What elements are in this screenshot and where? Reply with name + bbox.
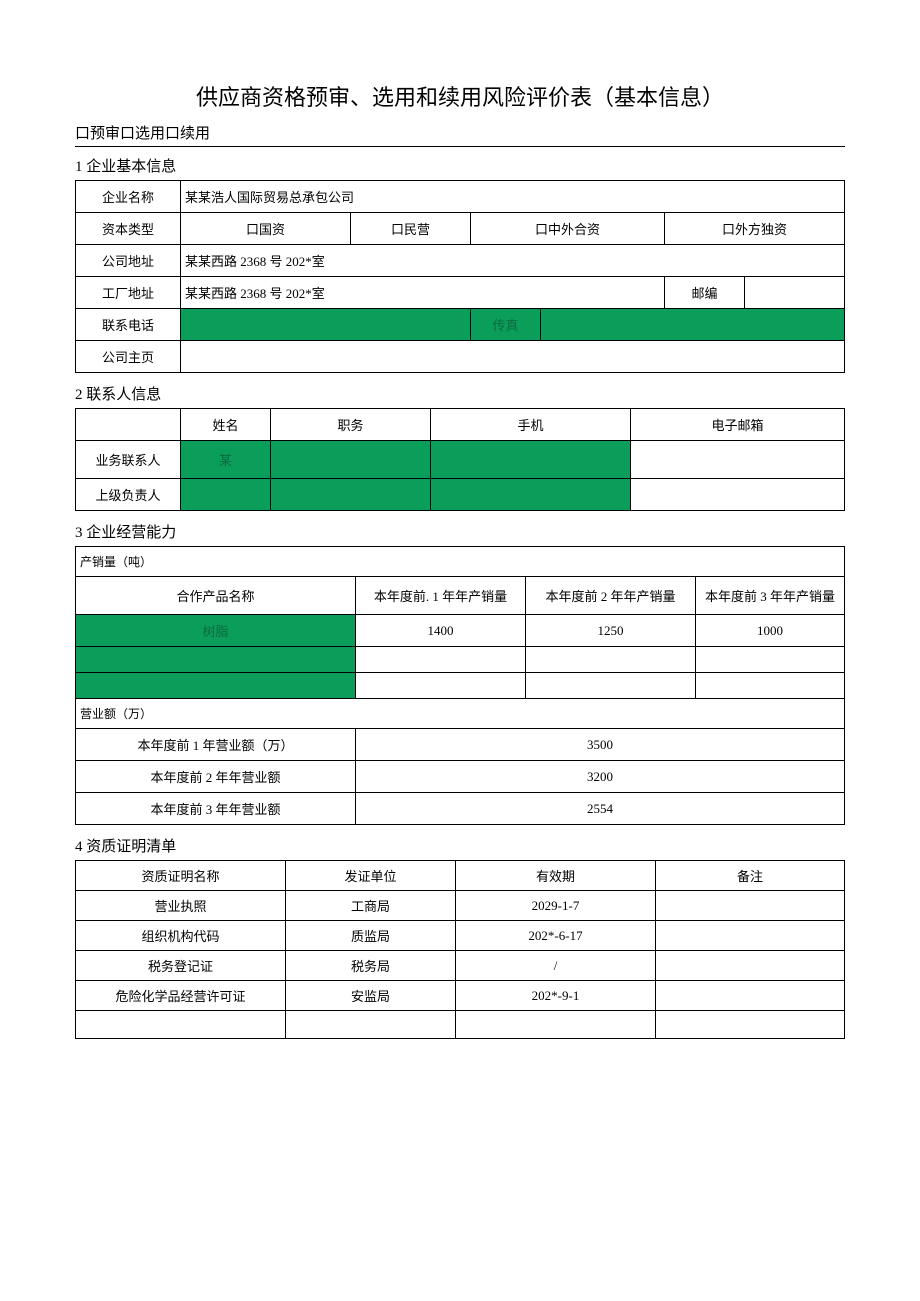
- rev-row-0-value: 3500: [356, 729, 845, 761]
- prod-row-0-y1: 1400: [356, 615, 526, 647]
- label-homepage: 公司主页: [76, 341, 181, 373]
- q-row-3-note: [656, 981, 845, 1011]
- q-row-3-name: 危险化学品经营许可证: [76, 981, 286, 1011]
- table-contacts: 姓名 职务 手机 电子邮箱 业务联系人 某 上级负责人: [75, 408, 845, 511]
- q-row-4-issuer: [286, 1011, 456, 1039]
- prod-row-2-y2: [526, 673, 696, 699]
- q-hdr-issuer: 发证单位: [286, 861, 456, 891]
- q-hdr-valid: 有效期: [456, 861, 656, 891]
- value-company-name: 某某浩人国际贸易总承包公司: [181, 181, 845, 213]
- label-company-addr: 公司地址: [76, 245, 181, 277]
- label-business-contact: 业务联系人: [76, 441, 181, 479]
- hdr-mobile: 手机: [431, 409, 631, 441]
- prod-row-0-y3: 1000: [696, 615, 845, 647]
- prod-row-2-y3: [696, 673, 845, 699]
- hdr-product: 合作产品名称: [76, 577, 356, 615]
- q-hdr-note: 备注: [656, 861, 845, 891]
- rev-row-2-label: 本年度前 3 年年营业额: [76, 793, 356, 825]
- captype-1: 口国资: [181, 213, 351, 245]
- hdr-email: 电子邮箱: [631, 409, 845, 441]
- hdr-position: 职务: [271, 409, 431, 441]
- q-row-2-note: [656, 951, 845, 981]
- captype-4: 口外方独资: [665, 213, 845, 245]
- rev-row-1-label: 本年度前 2 年年营业额: [76, 761, 356, 793]
- prod-row-1-y1: [356, 647, 526, 673]
- rev-row-2-value: 2554: [356, 793, 845, 825]
- sup-position: [271, 479, 431, 511]
- value-postcode: [745, 277, 845, 309]
- page-title: 供应商资格预审、选用和续用风险评价表（基本信息）: [75, 80, 845, 112]
- q-row-3-valid: 202*-9-1: [456, 981, 656, 1011]
- section1-head: 1 企业基本信息: [75, 155, 845, 176]
- value-factory-addr: 某某西路 2368 号 202*室: [181, 277, 665, 309]
- checkbox-row: 口预审口选用口续用: [75, 122, 845, 147]
- hdr-y1: 本年度前. 1 年年产销量: [356, 577, 526, 615]
- prod-row-1-y3: [696, 647, 845, 673]
- q-row-1-name: 组织机构代码: [76, 921, 286, 951]
- hdr-name: 姓名: [181, 409, 271, 441]
- prod-row-2-name: [76, 673, 356, 699]
- q-row-0-valid: 2029-1-7: [456, 891, 656, 921]
- q-row-1-note: [656, 921, 845, 951]
- section2-head: 2 联系人信息: [75, 383, 845, 404]
- hdr-y2: 本年度前 2 年年产销量: [526, 577, 696, 615]
- rev-row-0-label: 本年度前 1 年营业额（万）: [76, 729, 356, 761]
- q-row-0-issuer: 工商局: [286, 891, 456, 921]
- prod-row-0-y2: 1250: [526, 615, 696, 647]
- label-phone: 联系电话: [76, 309, 181, 341]
- rev-row-1-value: 3200: [356, 761, 845, 793]
- value-company-addr: 某某西路 2368 号 202*室: [181, 245, 845, 277]
- q-row-0-name: 营业执照: [76, 891, 286, 921]
- section3-head: 3 企业经营能力: [75, 521, 845, 542]
- sup-name: [181, 479, 271, 511]
- q-row-1-valid: 202*-6-17: [456, 921, 656, 951]
- value-homepage: [181, 341, 845, 373]
- q-row-4-note: [656, 1011, 845, 1039]
- label-fax: 传真: [471, 309, 541, 341]
- q-row-3-issuer: 安监局: [286, 981, 456, 1011]
- table-basic-info: 企业名称 某某浩人国际贸易总承包公司 资本类型 口国资 口民营 口中外合资 口外…: [75, 180, 845, 373]
- q-row-4-name: [76, 1011, 286, 1039]
- label-company-name: 企业名称: [76, 181, 181, 213]
- label-capital-type: 资本类型: [76, 213, 181, 245]
- q-row-0-note: [656, 891, 845, 921]
- captype-2: 口民营: [351, 213, 471, 245]
- prod-label: 产销量（吨）: [76, 547, 845, 577]
- label-factory-addr: 工厂地址: [76, 277, 181, 309]
- prod-row-1-y2: [526, 647, 696, 673]
- sup-email: [631, 479, 845, 511]
- prod-row-1-name: [76, 647, 356, 673]
- section4-head: 4 资质证明清单: [75, 835, 845, 856]
- q-row-2-valid: /: [456, 951, 656, 981]
- table-qualifications: 资质证明名称 发证单位 有效期 备注 营业执照 工商局 2029-1-7 组织机…: [75, 860, 845, 1039]
- rev-label: 营业额（万）: [76, 699, 845, 729]
- value-fax: [541, 309, 845, 341]
- blank-cell: [76, 409, 181, 441]
- table-capacity: 产销量（吨） 合作产品名称 本年度前. 1 年年产销量 本年度前 2 年年产销量…: [75, 546, 845, 825]
- biz-position: [271, 441, 431, 479]
- label-postcode: 邮编: [665, 277, 745, 309]
- q-row-2-issuer: 税务局: [286, 951, 456, 981]
- q-hdr-name: 资质证明名称: [76, 861, 286, 891]
- q-row-4-valid: [456, 1011, 656, 1039]
- prod-row-0-name: 树脂: [76, 615, 356, 647]
- biz-email: [631, 441, 845, 479]
- value-phone: [181, 309, 471, 341]
- q-row-1-issuer: 质监局: [286, 921, 456, 951]
- biz-mobile: [431, 441, 631, 479]
- hdr-y3: 本年度前 3 年年产销量: [696, 577, 845, 615]
- captype-3: 口中外合资: [471, 213, 665, 245]
- q-row-2-name: 税务登记证: [76, 951, 286, 981]
- prod-row-2-y1: [356, 673, 526, 699]
- label-superior: 上级负责人: [76, 479, 181, 511]
- biz-name: 某: [181, 441, 271, 479]
- sup-mobile: [431, 479, 631, 511]
